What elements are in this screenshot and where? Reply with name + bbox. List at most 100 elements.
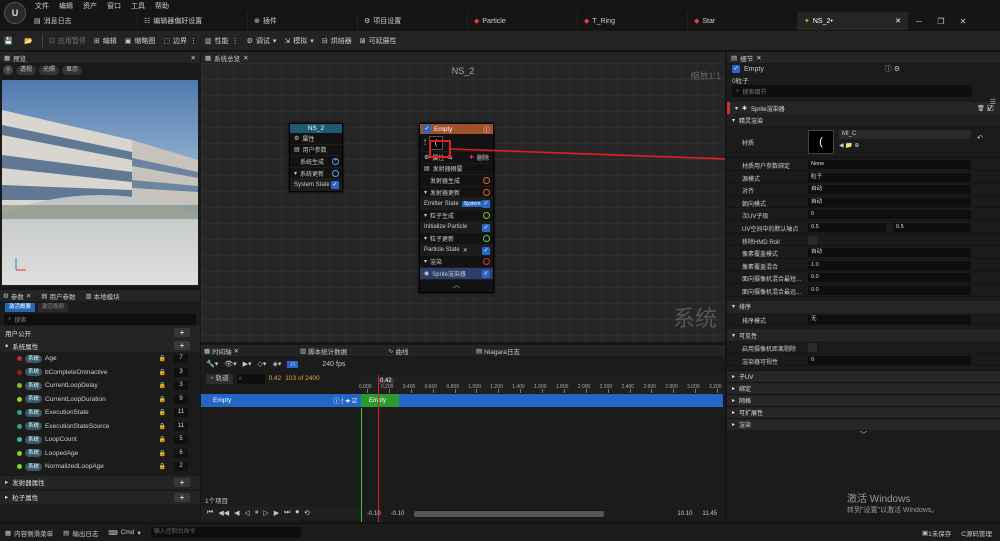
- menu-file[interactable]: 文件: [30, 1, 54, 11]
- source-control-button[interactable]: C源码管理: [961, 528, 992, 538]
- parameter-row[interactable]: 系统 bCompleteOnInactive 🔒 3: [0, 366, 200, 380]
- renderer-visibility-field[interactable]: 0: [808, 355, 971, 365]
- initialize-particle-row[interactable]: Initialize Particle ✓: [420, 221, 493, 234]
- preview-tab[interactable]: ▦ 预览 ✕: [0, 52, 200, 63]
- menu-tools[interactable]: 工具: [126, 1, 150, 11]
- close-icon[interactable]: ✕: [243, 54, 248, 62]
- graph-tab[interactable]: ▦ 系统总览 ✕: [201, 52, 725, 63]
- browse-icon[interactable]: 📂: [20, 32, 40, 50]
- tab-local-modules[interactable]: ▥ 本地模块: [85, 291, 119, 301]
- close-window-icon[interactable]: ✕: [952, 17, 974, 26]
- node-properties-row[interactable]: ⚙ 属性: [290, 133, 342, 145]
- track-search-input[interactable]: ⌕: [236, 373, 265, 384]
- tab-parameters[interactable]: ⚙ 参数 ✕: [3, 291, 31, 301]
- node-system-spawn-row[interactable]: 系统生成 +: [290, 156, 342, 168]
- collapse-icon[interactable]: ︿: [420, 280, 493, 292]
- enabled-checkbox[interactable]: ✓: [482, 269, 490, 278]
- apply-button[interactable]: ⊡ 应用暂停: [45, 32, 90, 50]
- section-particle-properties[interactable]: ▸ 粒子属性 +: [0, 490, 200, 504]
- info-icon[interactable]: ⓘ ⚙: [885, 64, 900, 74]
- console-input[interactable]: 输入控制台命令: [150, 527, 301, 538]
- cmd-button[interactable]: ⌨ Cmd ▾: [108, 529, 140, 537]
- play-reverse-icon[interactable]: ◁: [244, 509, 249, 517]
- add-button[interactable]: +: [174, 341, 190, 350]
- property-value[interactable]: 1.0: [808, 260, 971, 270]
- menu-assets[interactable]: 资产: [78, 1, 102, 11]
- property-value[interactable]: 0.5: [808, 222, 886, 232]
- visibility-section[interactable]: ▾ 可见性: [727, 329, 1000, 342]
- parameter-row[interactable]: 系统 ExecutionState 🔒 11: [0, 406, 200, 420]
- filter-icon[interactable]: ☰: [990, 98, 996, 106]
- property-value[interactable]: None: [808, 160, 971, 169]
- material-thumbnail[interactable]: (: [808, 130, 834, 154]
- emitter-enabled-checkbox[interactable]: ✓: [423, 125, 431, 133]
- view-end[interactable]: 10.10: [677, 511, 692, 517]
- add-module-icon[interactable]: +: [332, 158, 339, 166]
- property-value[interactable]: 自动: [808, 197, 971, 207]
- magnet-icon[interactable]: ∩: [287, 360, 299, 368]
- playhead-line[interactable]: [378, 375, 379, 522]
- enabled-checkbox[interactable]: ✓: [482, 223, 490, 232]
- property-value[interactable]: 自动: [808, 248, 971, 258]
- collapsed-section[interactable]: ▸ 可扩展性: [727, 406, 1000, 419]
- add-module-icon[interactable]: [483, 235, 490, 243]
- tab-project-settings[interactable]: ⚙ 项目设置: [358, 12, 468, 30]
- emitter-update-row[interactable]: ▾ 发射器更新: [420, 187, 493, 199]
- tab-timeline[interactable]: ▦ 时间轴 ✕: [204, 346, 292, 356]
- save-icon[interactable]: 💾: [0, 32, 20, 50]
- add-module-icon[interactable]: [332, 169, 339, 177]
- parameter-row[interactable]: 系统 ExecutionStateSource 🔒 11: [0, 420, 200, 434]
- viewport-menu-icon[interactable]: ≡: [3, 65, 13, 75]
- timeline-scrollbar[interactable]: [414, 511, 605, 517]
- expand-icon[interactable]: ﹀: [727, 430, 1000, 440]
- maximize-icon[interactable]: ❐: [930, 17, 952, 26]
- details-search-input[interactable]: ⌕ 搜索细节: [732, 85, 972, 97]
- section-system-properties[interactable]: ▾ 系统属性 +: [0, 339, 200, 352]
- track-lane[interactable]: [361, 394, 723, 407]
- tab-message-log[interactable]: ▤ 消息日志: [28, 12, 138, 30]
- tab-editor-preferences[interactable]: ☷ 编辑器偏好设置: [138, 12, 248, 30]
- sort-mode-dropdown[interactable]: 无: [808, 314, 971, 324]
- add-button[interactable]: +: [174, 328, 190, 337]
- step-back-icon[interactable]: ◀: [234, 509, 239, 517]
- browse-icon[interactable]: ◀ 📁 ⊕: [839, 142, 859, 149]
- sprite-renderer-row[interactable]: ◉ Sprite渲染器 ✓: [420, 267, 493, 280]
- track-row-empty[interactable]: Empty ⓘ 🕯 ✦ ☑: [201, 394, 361, 407]
- close-icon[interactable]: ✕: [463, 247, 468, 254]
- show-button[interactable]: 显示: [62, 65, 83, 75]
- material-dropdown[interactable]: MI_C: [839, 130, 971, 139]
- add-track-button[interactable]: + 轨道: [206, 373, 233, 384]
- subtab-active-video[interactable]: 激活视频: [38, 303, 69, 312]
- output-log-button[interactable]: ▤ 输出日志: [63, 528, 98, 538]
- info-icon[interactable]: ⓘ: [484, 124, 491, 134]
- sorting-section[interactable]: ▾ 排序: [727, 300, 1000, 313]
- subtab-active-summary[interactable]: 激活概要: [5, 303, 36, 312]
- pause-icon[interactable]: ⏸: [255, 509, 259, 517]
- sprite-renderer-section[interactable]: ▾ ✱ Sprite渲染器 🗑 ☑: [727, 102, 1000, 114]
- add-module-icon[interactable]: [483, 211, 490, 219]
- compile-button[interactable]: ⊞ 编辑: [90, 32, 121, 50]
- sprite-render-subsection[interactable]: ▾ 精灵渲染: [727, 114, 1000, 126]
- parameter-row[interactable]: 系统 CurrentLoopDuration 🔒 9: [0, 393, 200, 407]
- close-icon[interactable]: ✕: [756, 54, 761, 62]
- emitter-clip[interactable]: Empty: [361, 394, 399, 407]
- tab-ns-2[interactable]: ✦ NS_2• ✕: [798, 12, 908, 30]
- baker-button[interactable]: ⊟ 烘焙器: [318, 32, 356, 50]
- property-value[interactable]: 0.0: [808, 285, 971, 295]
- parameter-row[interactable]: 系统 LoopedAge 🔒 6: [0, 447, 200, 461]
- node-system-update-row[interactable]: ▾ 系统更新: [290, 168, 342, 180]
- add-button[interactable]: +: [174, 492, 190, 502]
- tab-curves[interactable]: ∿ 曲线: [388, 346, 468, 356]
- particle-state-row[interactable]: Particle State ✕ ✓: [420, 244, 493, 257]
- menu-window[interactable]: 窗口: [102, 1, 126, 11]
- simulate-button[interactable]: ⇲ 模拟 ▾: [280, 32, 317, 50]
- enabled-checkbox[interactable]: ✓: [482, 246, 490, 255]
- system-node[interactable]: NS_2 ⚙ 属性 ▤ 用户参数 系统生成 + ▾ 系统更新 System State ✓: [289, 123, 343, 192]
- loop-icon[interactable]: ⟲: [304, 509, 310, 517]
- parameter-row[interactable]: 系统 CurrentLoopDelay 🔒 3: [0, 379, 200, 393]
- collapsed-section[interactable]: ▸ 网格: [727, 394, 1000, 407]
- camera-culling-checkbox[interactable]: [808, 343, 817, 353]
- view-start[interactable]: -0.10: [391, 511, 405, 517]
- jump-start-icon[interactable]: ⏮: [207, 509, 213, 517]
- property-value[interactable]: 0: [808, 210, 971, 220]
